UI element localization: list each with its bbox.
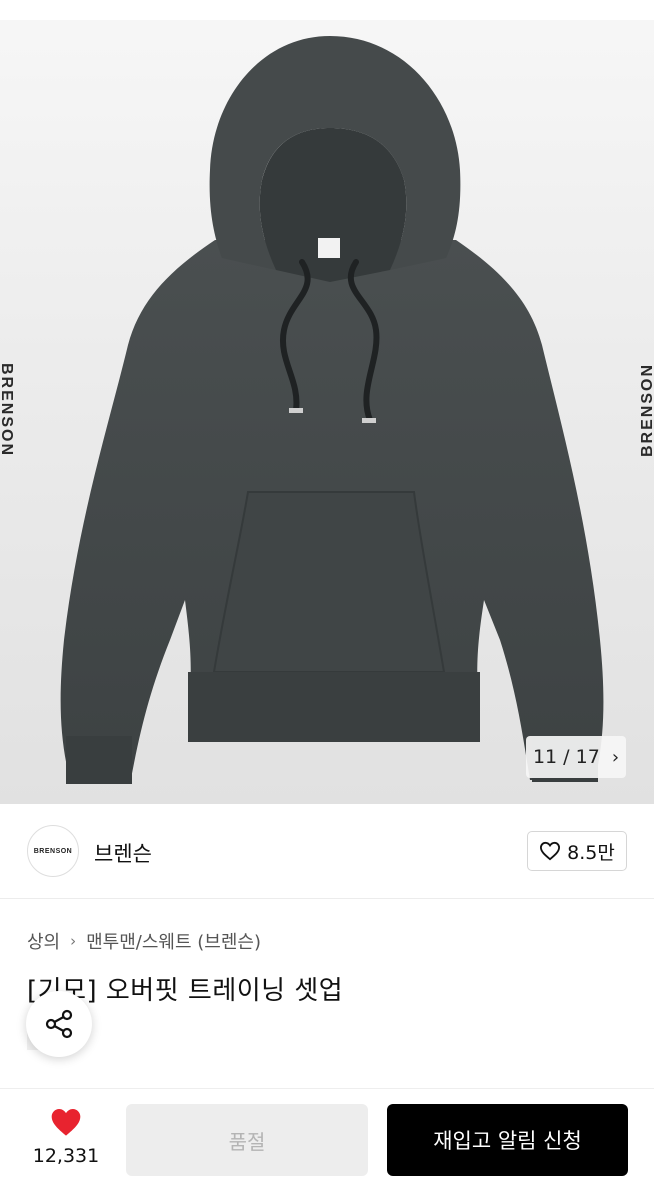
chevron-right-icon: › [70,932,77,950]
heart-filled-icon [51,1109,81,1136]
image-counter[interactable]: 11 / 17 › [526,736,626,778]
breadcrumb: 상의 › 맨투맨/스웨트 (브렌슨) [27,928,261,954]
brand-row: BRENSON 브렌슨 8.5만 [0,804,654,899]
heart-outline-icon [540,841,561,861]
brand-like-count: 8.5만 [567,841,615,864]
soldout-button: 품절 [126,1104,368,1176]
image-counter-text: 11 / 17 [532,746,600,768]
restock-alert-button[interactable]: 재입고 알림 신청 [387,1104,628,1176]
brand-like-button[interactable]: 8.5만 [527,831,627,871]
share-icon [45,1009,73,1039]
chevron-right-icon[interactable]: › [612,747,619,768]
brand-logo-text: BRENSON [33,847,73,855]
share-button[interactable] [26,991,92,1057]
breadcrumb-subcategory[interactable]: 맨투맨/스웨트 (브렌슨) [86,928,261,954]
product-image[interactable] [0,0,654,804]
product-image-gallery[interactable]: BRENSON BRENSON 11 / 17 › [0,0,654,804]
brand-name[interactable]: 브렌슨 [94,838,152,868]
brand-watermark-right: BRENSON [639,362,654,458]
breadcrumb-category[interactable]: 상의 [27,928,60,954]
brand-watermark-left: BRENSON [0,362,15,458]
wishlist-button[interactable]: 12,331 [26,1107,106,1167]
purchase-bar: 12,331 품절 재입고 알림 신청 [0,1088,654,1200]
wishlist-count: 12,331 [32,1145,100,1167]
brand-logo[interactable]: BRENSON [27,825,79,877]
